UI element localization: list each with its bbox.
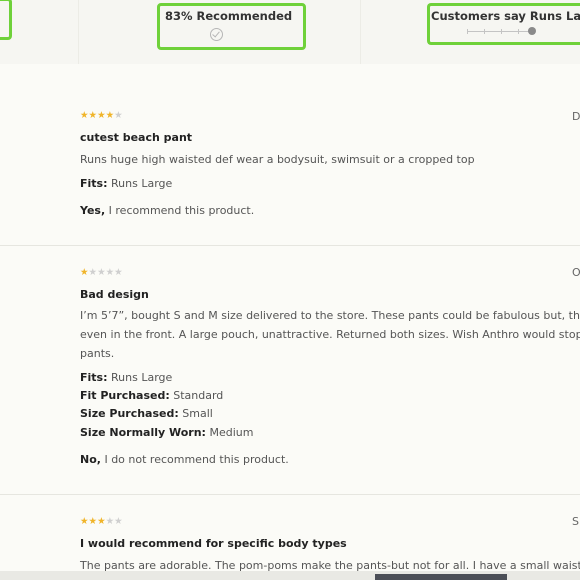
star-rating: ★★★★★ — [80, 517, 123, 527]
review-body-line: I’m 5’7”, bought S and M size delivered … — [80, 309, 580, 322]
attribute-label: Fits: — [80, 177, 108, 190]
recommendation-answer: Yes, — [80, 204, 106, 217]
attribute-label: Size Purchased: — [80, 407, 179, 420]
review-title: cutest beach pant — [80, 131, 193, 144]
star-empty-icon: ★ — [97, 267, 106, 278]
check-circle-icon — [210, 28, 223, 41]
attribute-label: Fits: — [80, 371, 108, 384]
attribute-label: Size Normally Worn: — [80, 426, 206, 439]
review-attribute-fit-purchased: Fit Purchased: Standard — [80, 389, 223, 402]
scrollbar-thumb[interactable] — [375, 574, 507, 580]
attribute-label: Fit Purchased: — [80, 389, 170, 402]
review-attribute-size-purchased: Size Purchased: Small — [80, 407, 213, 420]
recommendation: No, I do not recommend this product. — [80, 453, 289, 466]
star-empty-icon: ★ — [114, 110, 123, 121]
fit-scale-tick — [518, 29, 519, 34]
review-separator — [0, 245, 580, 246]
attribute-value: Runs Large — [111, 177, 173, 190]
star-filled-icon: ★ — [80, 267, 89, 278]
fit-summary-label: Customers say Runs Large — [431, 9, 580, 23]
recommended-percentage: 83% Recommended — [165, 9, 293, 23]
star-empty-icon: ★ — [105, 516, 115, 527]
star-filled-icon: ★ — [80, 110, 89, 121]
review-attribute-fits: Fits: Runs Large — [80, 371, 172, 384]
fit-scale-tick — [467, 29, 468, 34]
attribute-value: Medium — [209, 426, 254, 439]
star-filled-icon: ★ — [105, 110, 115, 121]
star-filled-icon: ★ — [88, 110, 98, 121]
highlight-box — [0, 0, 12, 40]
fit-scale-tick — [501, 29, 502, 34]
attribute-value: Runs Large — [111, 371, 173, 384]
star-empty-icon: ★ — [105, 267, 115, 278]
summary-divider — [360, 0, 361, 64]
recommendation: Yes, I recommend this product. — [80, 204, 254, 217]
recommendation-text: I recommend this product. — [108, 204, 255, 217]
review-title: Bad design — [80, 288, 149, 301]
recommendation-answer: No, — [80, 453, 101, 466]
star-filled-icon: ★ — [97, 516, 106, 527]
star-rating: ★★★★★ — [80, 268, 123, 278]
recommendation-text: I do not recommend this product. — [104, 453, 289, 466]
review-separator — [0, 494, 580, 495]
review-body: Runs huge high waisted def wear a bodysu… — [80, 153, 475, 166]
fit-scale-marker — [527, 27, 536, 35]
star-filled-icon: ★ — [80, 516, 89, 527]
review-body-line: pants. — [80, 347, 115, 360]
star-empty-icon: ★ — [88, 267, 98, 278]
attribute-value: Standard — [173, 389, 224, 402]
star-filled-icon: ★ — [88, 516, 98, 527]
review-attribute-size-normally-worn: Size Normally Worn: Medium — [80, 426, 253, 439]
star-filled-icon: ★ — [97, 110, 106, 121]
summary-divider — [78, 0, 79, 64]
attribute-value: Small — [182, 407, 213, 420]
review-date: S — [572, 515, 579, 528]
star-empty-icon: ★ — [114, 516, 123, 527]
review-attribute-fits: Fits: Runs Large — [80, 177, 172, 190]
fit-scale-tick — [484, 29, 485, 34]
star-empty-icon: ★ — [114, 267, 123, 278]
review-date: O — [572, 266, 580, 279]
fit-scale — [467, 26, 536, 36]
review-title: I would recommend for specific body type… — [80, 537, 347, 550]
star-rating: ★★★★★ — [80, 111, 123, 121]
review-date: D — [572, 110, 580, 123]
review-body-line: even in the front. A large pouch, unattr… — [80, 328, 580, 341]
